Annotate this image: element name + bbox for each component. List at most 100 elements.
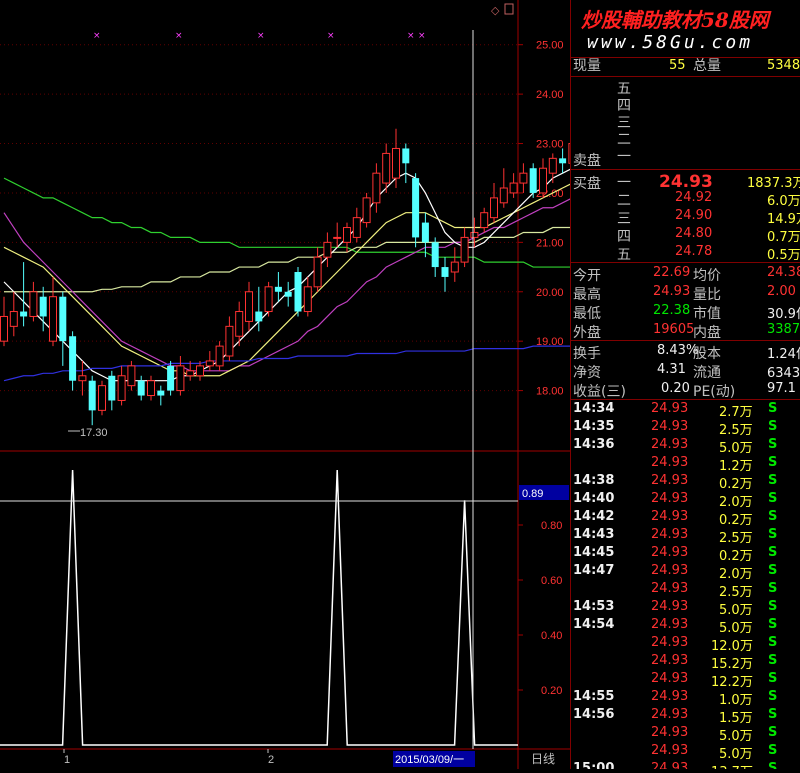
tick-price: 24.93 (651, 617, 689, 632)
tick-side: S (768, 437, 778, 452)
candle-body-up (372, 172, 381, 204)
tick-time: 14:45 (573, 545, 615, 560)
tick-price: 24.93 (651, 437, 689, 452)
stat-value: 6343万 (767, 366, 800, 381)
buy-level-label: 三 (617, 211, 631, 227)
stat-label: 今开 (573, 268, 601, 284)
tick-price: 24.93 (651, 581, 689, 596)
candle-body-down (431, 242, 439, 268)
tick-volume: 5.0万 (719, 747, 753, 762)
indicator-tick-label: 0.60 (541, 575, 562, 587)
tick-side: S (768, 707, 778, 722)
tick-side: S (768, 455, 778, 470)
tick-time: 14:38 (573, 473, 615, 488)
buy-level-price: 24.80 (675, 226, 713, 241)
candle-body-up (49, 296, 57, 342)
watermark-banner: 炒股輔助教材58股网 www.58Gu.com (571, 0, 800, 58)
stat-label: 最低 (573, 306, 601, 322)
signal-marker-icon: × (327, 31, 335, 41)
tick-price: 24.93 (651, 491, 689, 506)
tick-side: S (768, 527, 778, 542)
tick-time: 15:00 (573, 761, 615, 769)
separator (571, 262, 800, 263)
candle-body-down (69, 336, 77, 381)
tick-time: 14:47 (573, 563, 615, 578)
quote-panel: 炒股輔助教材58股网 www.58Gu.com 现量 55 总量 5348 五四… (570, 0, 800, 769)
tick-price: 24.93 (651, 455, 689, 470)
signal-marker-icon: × (407, 31, 415, 41)
diamond-icon[interactable]: ◇ (491, 4, 500, 17)
price-tick-label: 20.00 (536, 287, 564, 299)
stat-value: 19605 (653, 322, 695, 337)
price-tick-label: 18.00 (536, 386, 564, 398)
tick-side: S (768, 599, 778, 614)
tick-price: 24.93 (651, 743, 689, 758)
zongliang-value: 5348 (767, 58, 800, 73)
indicator-series (0, 469, 518, 746)
separator (571, 76, 800, 77)
tick-price: 24.93 (651, 707, 689, 722)
tick-volume: 2.7万 (719, 405, 753, 420)
buy-level-volume: 6.0万 (767, 194, 800, 209)
stat-label: 均价 (693, 268, 721, 284)
period-marker-2: 2 (268, 754, 274, 766)
tick-price: 24.93 (651, 761, 689, 769)
candle-body-up (343, 227, 351, 243)
buy-level-label: 五 (617, 247, 631, 263)
tick-time: 14:42 (573, 509, 615, 524)
tick-side: S (768, 509, 778, 524)
kline-chart-area[interactable]: 25.00 24.00 23.00 22.00 21.00 20.00 19.00 18.00… (0, 0, 636, 769)
candle-body-up (127, 365, 136, 387)
tick-volume: 15.2万 (711, 657, 753, 672)
buy-side-label: 买盘 (573, 176, 601, 192)
stat-value: 2.00 (767, 284, 796, 299)
tick-side: S (768, 725, 778, 740)
price-tick-label: 25.00 (536, 40, 564, 52)
candle-body-down (441, 267, 449, 277)
period-label[interactable]: 日线 (531, 752, 555, 766)
tick-price: 24.93 (651, 527, 689, 542)
tick-time: 14:56 (573, 707, 615, 722)
buy-level-volume: 1837.3万 (747, 176, 800, 191)
buy-level-label: 一 (617, 175, 631, 191)
tick-volume: 0.2万 (719, 549, 753, 564)
buy-level-price: 24.78 (675, 244, 713, 259)
period-marker-1: 1 (64, 754, 70, 766)
tick-volume: 2.0万 (719, 567, 753, 582)
stat-label: 股本 (693, 346, 721, 362)
candle-body-up (539, 167, 547, 194)
tick-volume: 5.0万 (719, 621, 753, 636)
tick-side: S (768, 617, 778, 632)
candle-body-down (284, 291, 292, 297)
window-toggle-icon[interactable] (504, 3, 514, 15)
stat-label: 内盘 (693, 325, 721, 341)
sell-side-label: 卖盘 (573, 153, 601, 169)
cursor-date-label: 2015/03/09/一 (395, 754, 464, 766)
buy-level-price: 24.93 (659, 172, 713, 192)
buy-level-label: 四 (617, 229, 631, 245)
candle-body-down (421, 222, 429, 243)
tick-time: 14:35 (573, 419, 615, 434)
xianliang-label: 现量 (573, 58, 601, 74)
candle-body-down (39, 296, 47, 317)
tick-price: 24.93 (651, 689, 689, 704)
candle-body-up (519, 172, 528, 184)
candle-body-up (245, 291, 253, 322)
stat-label: 市值 (693, 306, 721, 322)
buy-level-label: 二 (617, 193, 631, 209)
candle-body-up (235, 311, 244, 337)
separator (571, 340, 800, 341)
tick-price: 24.93 (651, 473, 689, 488)
tick-side: S (768, 689, 778, 704)
candle-body-down (88, 380, 96, 411)
candle-body-down (59, 296, 67, 342)
candle-body-down (167, 365, 175, 391)
volume-row: 现量 55 总量 5348 (571, 57, 800, 75)
kline-chart-svg[interactable]: 25.0024.0023.0022.0021.0020.0019.0018.00… (0, 0, 636, 769)
tick-volume: 5.0万 (719, 729, 753, 744)
tick-time: 14:54 (573, 617, 615, 632)
indicator-axis-labels: 0.80 0.60 0.40 0.20 (518, 520, 562, 697)
tick-price: 24.93 (651, 653, 689, 668)
price-tick-label: 24.00 (536, 89, 564, 101)
buy-level-price: 24.90 (675, 208, 713, 223)
